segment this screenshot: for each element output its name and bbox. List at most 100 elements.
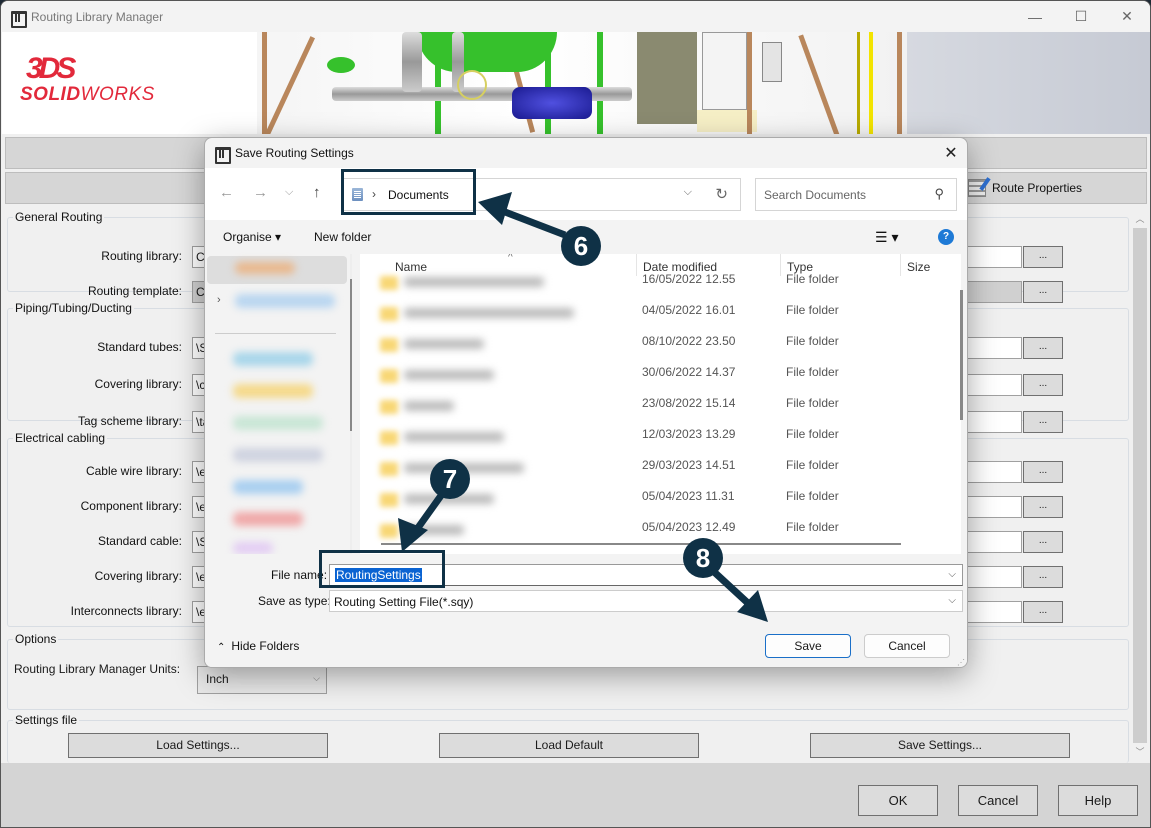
nav-divider	[215, 333, 336, 334]
tag-scheme-library-browse-button[interactable]: ...	[1023, 411, 1063, 433]
electrical-covering-library-label: Covering library:	[94, 569, 182, 583]
chevron-up-icon: ⌃	[217, 642, 226, 653]
file-type: File folder	[786, 489, 839, 503]
file-type: File folder	[786, 303, 839, 317]
logo-works-text: WORKS	[80, 84, 155, 105]
cable-wire-library-label: Cable wire library:	[85, 464, 182, 478]
refresh-icon[interactable]: ↻	[715, 185, 728, 203]
file-row[interactable]: 23/08/2022 15.14 File folder	[360, 392, 961, 423]
load-settings-button[interactable]: Load Settings...	[68, 733, 328, 758]
dialog-close-button[interactable]: ✕	[935, 138, 967, 168]
standard-cable-browse-button[interactable]: ...	[1023, 531, 1063, 553]
title-bar: Routing Library Manager — ☐ ✕	[1, 1, 1150, 32]
standard-tubes-browse-button[interactable]: ...	[1023, 337, 1063, 359]
file-name-blurred	[404, 525, 464, 535]
ok-button[interactable]: OK	[858, 785, 938, 816]
file-list-horizontal-scrollbar[interactable]	[381, 543, 901, 545]
minimize-button[interactable]: —	[1012, 1, 1058, 32]
sort-ascending-icon: ^	[508, 254, 513, 263]
folder-icon	[380, 307, 398, 321]
scrollbar-thumb[interactable]	[1133, 228, 1147, 743]
general-routing-title: General Routing	[15, 210, 103, 224]
step-8-badge: 8	[683, 538, 723, 578]
folder-icon	[380, 462, 398, 476]
piping-covering-library-browse-button[interactable]: ...	[1023, 374, 1063, 396]
close-button[interactable]: ✕	[1104, 1, 1150, 32]
file-type: File folder	[786, 396, 839, 410]
cancel-button[interactable]: Cancel	[958, 785, 1038, 816]
settings-file-title: Settings file	[15, 713, 78, 727]
file-row[interactable]: 30/06/2022 14.37 File folder	[360, 361, 961, 392]
expand-chevron-icon[interactable]: ›	[217, 294, 221, 306]
nav-pane-scrollbar-thumb[interactable]	[350, 279, 352, 431]
file-name-blurred	[404, 277, 544, 287]
maximize-button[interactable]: ☐	[1058, 1, 1104, 32]
standard-cable-label: Standard cable:	[97, 534, 182, 548]
panel-scrollbar[interactable]: ︿ ﹀	[1131, 210, 1149, 763]
file-name-blurred	[404, 401, 454, 411]
organise-button[interactable]: Organise ▾	[223, 230, 281, 244]
routing-template-browse-button[interactable]: ...	[1023, 281, 1063, 303]
address-dropdown-icon[interactable]: ⌵	[684, 186, 692, 199]
logo-solid-text: SOLID	[20, 84, 81, 105]
file-row[interactable]: 16/05/2022 12.55 File folder	[360, 268, 961, 299]
routing-library-label: Routing library:	[101, 249, 182, 263]
units-label: Routing Library Manager Units:	[14, 662, 181, 676]
component-library-browse-button[interactable]: ...	[1023, 496, 1063, 518]
step-6-badge: 6	[561, 226, 601, 266]
help-button[interactable]: Help	[1058, 785, 1138, 816]
route-properties-label: Route Properties	[992, 181, 1083, 195]
load-default-button[interactable]: Load Default	[439, 733, 699, 758]
file-row[interactable]: 12/03/2023 13.29 File folder	[360, 423, 961, 454]
component-library-label: Component library:	[80, 499, 182, 513]
hide-folders-button[interactable]: ⌃ Hide Folders	[217, 639, 299, 653]
dialog-cancel-button[interactable]: Cancel	[864, 634, 950, 658]
file-date: 05/04/2023 11.31	[642, 489, 735, 503]
scroll-down-icon[interactable]: ﹀	[1131, 745, 1149, 761]
folder-icon	[380, 431, 398, 445]
folder-icon	[380, 369, 398, 383]
file-type: File folder	[786, 458, 839, 472]
file-row[interactable]: 04/05/2022 16.01 File folder	[360, 299, 961, 330]
scroll-up-icon[interactable]: ︿	[1131, 212, 1149, 228]
save-as-type-select[interactable]: Routing Setting File(*.sqy) ⌵	[329, 590, 963, 612]
view-options-icon[interactable]: ☰ ▾	[875, 229, 898, 246]
banner-background	[907, 32, 1150, 134]
units-value: Inch	[206, 672, 229, 686]
file-name-dropdown-icon[interactable]: ⌵	[948, 569, 956, 580]
units-select[interactable]: Inch ⌵	[197, 666, 327, 694]
up-arrow-icon[interactable]: ↑	[313, 184, 321, 201]
file-type: File folder	[786, 272, 839, 286]
file-list-scrollbar[interactable]	[960, 290, 963, 420]
navigation-bar: ← → ⌵ ↑ › Documents ⌵ ↻ Search Documents…	[205, 168, 967, 220]
cable-wire-library-browse-button[interactable]: ...	[1023, 461, 1063, 483]
routing-library-browse-button[interactable]: ...	[1023, 246, 1063, 268]
help-icon[interactable]: ?	[938, 229, 954, 245]
file-date: 23/08/2022 15.14	[642, 396, 736, 410]
folder-icon	[380, 276, 398, 290]
dialog-save-button[interactable]: Save	[765, 634, 851, 658]
new-folder-button[interactable]: New folder	[314, 230, 371, 244]
file-type: File folder	[786, 520, 839, 534]
interconnects-library-label: Interconnects library:	[70, 604, 182, 618]
file-list: ^ Name Date modified Type Size 16/05/202…	[360, 254, 961, 554]
3ds-logo-icon: 3DS	[26, 52, 76, 85]
file-row[interactable]: 08/10/2022 23.50 File folder	[360, 330, 961, 361]
settings-file-group: Settings file Load Settings... Load Defa…	[7, 713, 1129, 763]
banner-image	[257, 32, 907, 134]
save-as-type-dropdown-icon[interactable]: ⌵	[948, 595, 956, 606]
save-settings-button[interactable]: Save Settings...	[810, 733, 1070, 758]
file-date: 12/03/2023 13.29	[642, 427, 736, 441]
footer-bar: OK Cancel Help	[1, 763, 1150, 827]
back-arrow-icon[interactable]: ←	[219, 184, 234, 201]
interconnects-library-browse-button[interactable]: ...	[1023, 601, 1063, 623]
electrical-covering-library-browse-button[interactable]: ...	[1023, 566, 1063, 588]
save-as-type-label: Save as type:	[258, 594, 331, 608]
forward-arrow-icon[interactable]: →	[253, 184, 268, 201]
hide-folders-label: Hide Folders	[231, 639, 300, 653]
file-date: 05/04/2023 12.49	[642, 520, 736, 534]
search-input[interactable]: Search Documents ⚲	[755, 178, 957, 211]
recent-locations-chevron-icon[interactable]: ⌵	[285, 186, 293, 199]
tag-scheme-library-label: Tag scheme library:	[77, 414, 182, 428]
resize-grip-icon[interactable]: ⋰	[957, 658, 965, 667]
